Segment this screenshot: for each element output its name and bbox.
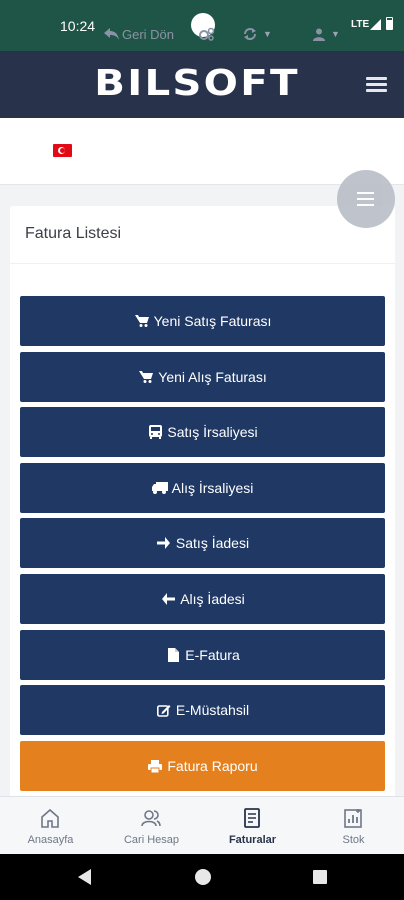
battery-icon: [386, 17, 393, 30]
truck-icon: [151, 482, 168, 494]
invoice-icon: [244, 808, 260, 828]
chevron-down-icon: ▼: [331, 29, 340, 39]
cart-icon: [138, 371, 154, 383]
user-icon: [313, 28, 325, 41]
button-label: Satış İrsaliyesi: [167, 424, 258, 440]
file-icon: [165, 648, 181, 662]
nav-label: Stok: [342, 834, 365, 846]
home-circle-icon[interactable]: [195, 869, 211, 885]
arrow-left-icon: [160, 593, 176, 605]
user-dropdown[interactable]: ▼: [313, 26, 340, 42]
refresh-icon: [244, 28, 256, 40]
nav-invoices[interactable]: Faturalar: [202, 797, 303, 855]
button-label: Alış İrsaliyesi: [171, 480, 254, 496]
menu-icon[interactable]: [366, 77, 387, 93]
turkish-flag-icon[interactable]: [53, 144, 72, 157]
refresh-dropdown[interactable]: ▼: [243, 26, 272, 42]
cart-icon: [134, 315, 150, 327]
purchase-return-button[interactable]: Alış İadesi: [20, 574, 385, 624]
system-navigation-bar: [0, 854, 404, 900]
button-label: Yeni Alış Faturası: [158, 369, 267, 385]
button-label: Satış İadesi: [175, 535, 250, 551]
button-label: Alış İadesi: [180, 591, 245, 607]
invoice-report-button[interactable]: Fatura Raporu: [20, 741, 385, 791]
chevron-down-icon: ▼: [263, 29, 272, 39]
sales-return-button[interactable]: Satış İadesi: [20, 518, 385, 568]
bilsoft-logo: BILSOFT: [94, 62, 300, 104]
button-label: E-Fatura: [185, 647, 240, 663]
chart-icon: [344, 809, 362, 828]
button-label: Fatura Raporu: [167, 758, 258, 774]
gears-icon: [199, 27, 215, 41]
new-sales-invoice-button[interactable]: Yeni Satış Faturası: [20, 296, 385, 346]
divider: [10, 263, 395, 264]
status-time: 10:24: [60, 18, 96, 34]
back-label: Geri Dön: [122, 26, 175, 42]
sales-waybill-button[interactable]: Satış İrsaliyesi: [20, 407, 385, 457]
button-label: Yeni Satış Faturası: [153, 313, 272, 329]
edit-icon: [156, 704, 172, 717]
new-purchase-invoice-button[interactable]: Yeni Alış Faturası: [20, 352, 385, 402]
users-icon: [141, 810, 161, 827]
nav-label: Faturalar: [228, 834, 277, 846]
bottom-navigation: Anasayfa Cari Hesap Faturalar Stok: [0, 796, 404, 854]
button-label: E-Müstahsil: [175, 702, 250, 718]
bus-icon: [147, 425, 163, 439]
arrow-right-icon: [156, 537, 172, 549]
network-type: LTE: [351, 19, 370, 30]
back-button[interactable]: Geri Dön: [104, 26, 174, 42]
signal-icon: [370, 19, 381, 30]
nav-home[interactable]: Anasayfa: [0, 797, 101, 855]
nav-label: Anasayfa: [27, 834, 74, 846]
nav-label: Cari Hesap: [123, 834, 180, 846]
recent-apps-icon[interactable]: [313, 870, 327, 884]
back-icon[interactable]: [78, 869, 91, 885]
purchase-waybill-button[interactable]: Alış İrsaliyesi: [20, 463, 385, 513]
nav-stock[interactable]: Stok: [303, 797, 404, 855]
floating-menu-button[interactable]: [337, 170, 395, 228]
nav-accounts[interactable]: Cari Hesap: [101, 797, 202, 855]
reply-icon: [104, 28, 119, 40]
card-title: Fatura Listesi: [25, 225, 122, 242]
e-mustahsil-button[interactable]: E-Müstahsil: [20, 685, 385, 735]
home-icon: [41, 808, 59, 828]
e-invoice-button[interactable]: E-Fatura: [20, 630, 385, 680]
app-header: BILSOFT: [0, 51, 404, 118]
print-icon: [147, 759, 163, 773]
settings-button[interactable]: [199, 26, 215, 42]
